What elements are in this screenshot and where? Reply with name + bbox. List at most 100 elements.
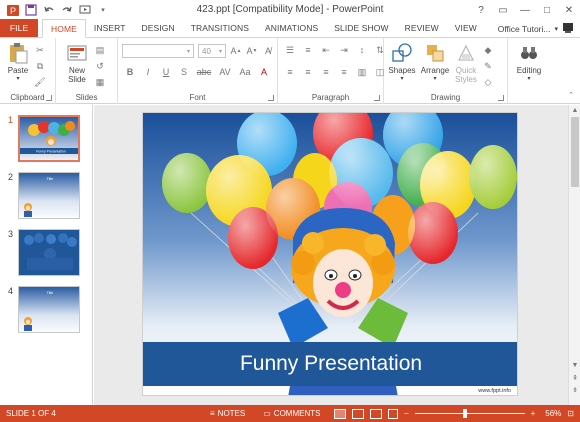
- paragraph-launcher-icon[interactable]: [374, 95, 380, 101]
- cut-icon[interactable]: ✂: [34, 44, 46, 56]
- slide-number: 1: [8, 115, 14, 125]
- paste-button[interactable]: Paste ▾: [4, 42, 32, 84]
- editor-vertical-scrollbar[interactable]: ▲ ▼ ⇞ ⇟: [568, 105, 580, 405]
- collapse-ribbon-icon[interactable]: ⌃: [568, 91, 574, 99]
- comment-icon: ▭: [263, 409, 271, 418]
- close-button[interactable]: ✕: [558, 0, 580, 20]
- start-slideshow-icon[interactable]: [78, 3, 92, 17]
- current-slide[interactable]: Funny Presentation www.fppt.info: [142, 112, 518, 396]
- save-icon[interactable]: [24, 3, 38, 17]
- justify-icon[interactable]: ≡: [338, 66, 350, 78]
- section-icon[interactable]: ▦: [94, 76, 106, 88]
- tab-slide-show[interactable]: SLIDE SHOW: [326, 19, 396, 37]
- shape-outline-icon[interactable]: ✎: [482, 60, 494, 72]
- font-name-dropdown[interactable]: ▾: [122, 44, 194, 58]
- zoom-in-button[interactable]: +: [531, 409, 536, 418]
- customize-qat-icon[interactable]: ▾: [96, 3, 110, 17]
- shadow-button[interactable]: S: [178, 66, 190, 78]
- scrollbar-thumb[interactable]: [571, 117, 579, 187]
- zoom-level[interactable]: 56%: [545, 409, 561, 418]
- font-color-icon[interactable]: A: [258, 66, 270, 78]
- slide-thumbnail-2[interactable]: 2 Title: [6, 172, 92, 222]
- zoom-slider[interactable]: [414, 409, 525, 418]
- new-slide-icon: [66, 42, 88, 64]
- align-left-icon[interactable]: ≡: [284, 66, 296, 78]
- notes-button[interactable]: ≡ NOTES: [210, 409, 245, 418]
- slide-sorter-icon[interactable]: [351, 408, 364, 419]
- slide-thumbnail-1[interactable]: 1 Funny Presentation: [6, 115, 92, 165]
- font-size-dropdown[interactable]: 40 ▾: [198, 44, 226, 58]
- shape-fill-icon[interactable]: ◆: [482, 44, 494, 56]
- slide-show-icon[interactable]: [387, 408, 398, 419]
- decrease-indent-icon[interactable]: ⇤: [320, 44, 332, 56]
- new-slide-button[interactable]: New Slide: [62, 42, 92, 84]
- previous-slide-icon[interactable]: ⇞: [569, 373, 580, 383]
- maximize-button[interactable]: □: [536, 0, 558, 20]
- change-case-button[interactable]: Aa: [238, 66, 252, 78]
- shapes-label: Shapes: [388, 66, 416, 75]
- grow-font-icon[interactable]: A ▲: [230, 45, 242, 57]
- tab-file[interactable]: FILE: [0, 19, 38, 37]
- help-button[interactable]: ?: [470, 0, 492, 20]
- ribbon-display-options-button[interactable]: ▭: [492, 0, 514, 20]
- scroll-up-icon[interactable]: ▲: [569, 105, 580, 115]
- clipboard-launcher-icon[interactable]: [46, 95, 52, 101]
- format-painter-icon[interactable]: 🖌: [34, 76, 46, 88]
- thumbnail-frame: Funny Presentation: [18, 115, 80, 162]
- slide-thumbnail-4[interactable]: 4 Title: [6, 286, 92, 336]
- comments-button[interactable]: ▭ COMMENTS: [263, 409, 320, 418]
- slide-thumbnail-3[interactable]: 3: [6, 229, 92, 279]
- editing-button[interactable]: Editing ▾: [512, 42, 546, 84]
- reset-icon[interactable]: ↺: [94, 60, 106, 72]
- italic-button[interactable]: I: [142, 66, 154, 78]
- tab-view[interactable]: VIEW: [447, 19, 485, 37]
- tab-animations[interactable]: ANIMATIONS: [257, 19, 326, 37]
- zoom-out-button[interactable]: −: [404, 409, 409, 418]
- tab-insert[interactable]: INSERT: [86, 19, 134, 37]
- zoom-slider-knob[interactable]: [462, 409, 467, 418]
- paste-label: Paste: [7, 66, 29, 75]
- increase-indent-icon[interactable]: ⇥: [338, 44, 350, 56]
- arrange-label: Arrange: [420, 66, 450, 75]
- redo-icon[interactable]: [60, 3, 74, 17]
- normal-view-icon[interactable]: [333, 408, 346, 419]
- bullets-icon[interactable]: ☰: [284, 44, 296, 56]
- copy-icon[interactable]: ⧉: [34, 60, 46, 72]
- clear-formatting-icon[interactable]: A̸: [262, 45, 274, 57]
- next-slide-icon[interactable]: ⇟: [569, 385, 580, 395]
- paragraph-group-label: Paragraph: [311, 93, 350, 102]
- minimize-button[interactable]: —: [514, 0, 536, 20]
- font-launcher-icon[interactable]: [268, 95, 274, 101]
- drawing-group-label: Drawing: [430, 93, 461, 102]
- shrink-font-icon[interactable]: A ▼: [246, 45, 258, 57]
- line-spacing-icon[interactable]: ↕: [356, 44, 368, 56]
- shapes-button[interactable]: Shapes ▾: [388, 42, 416, 84]
- columns-icon[interactable]: ▥: [356, 66, 368, 78]
- status-center: ≡ NOTES ▭ COMMENTS: [210, 409, 320, 418]
- scroll-down-icon[interactable]: ▼: [569, 360, 580, 370]
- tab-review[interactable]: REVIEW: [397, 19, 447, 37]
- reading-view-icon[interactable]: [369, 408, 382, 419]
- tab-home[interactable]: HOME: [42, 19, 86, 38]
- quick-styles-button[interactable]: Quick Styles: [452, 42, 480, 84]
- arrange-button[interactable]: Arrange ▾: [418, 42, 452, 84]
- bold-button[interactable]: B: [124, 66, 136, 78]
- drawing-launcher-icon[interactable]: [498, 95, 504, 101]
- strikethrough-button[interactable]: abc: [196, 66, 212, 78]
- account-menu[interactable]: Office Tutori... ▾: [498, 22, 576, 36]
- tab-design[interactable]: DESIGN: [134, 19, 183, 37]
- character-spacing-button[interactable]: AV: [218, 66, 232, 78]
- slide-title[interactable]: Funny Presentation: [143, 342, 517, 386]
- quick-styles-icon: [455, 42, 477, 64]
- font-row-2: B I U S abc AV Aa A: [124, 66, 270, 78]
- fit-to-window-icon[interactable]: ⊡: [567, 409, 574, 418]
- thumbnail-frame: Title: [18, 172, 80, 219]
- shape-effects-icon[interactable]: ◇: [482, 76, 494, 88]
- layout-icon[interactable]: ▤: [94, 44, 106, 56]
- align-right-icon[interactable]: ≡: [320, 66, 332, 78]
- underline-button[interactable]: U: [160, 66, 172, 78]
- numbering-icon[interactable]: ≡: [302, 44, 314, 56]
- align-center-icon[interactable]: ≡: [302, 66, 314, 78]
- undo-icon[interactable]: [42, 3, 56, 17]
- tab-transitions[interactable]: TRANSITIONS: [183, 19, 257, 37]
